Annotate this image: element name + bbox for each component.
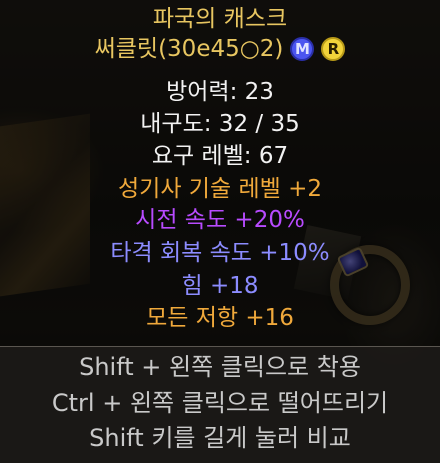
controls-hint-panel: Shift + 왼쪽 클릭으로 착용 Ctrl + 왼쪽 클릭으로 떨어뜨리기 … [0,347,440,463]
mod-all-resistances: 모든 저항 +16 [146,305,294,331]
mod-strength: 힘 +18 [181,273,259,299]
item-base-row: 써클릿(30e45○2) M R [0,34,440,64]
mod-hit-recovery: 타격 회복 속도 +10% [110,240,330,266]
hint-compare: Shift 키를 길게 눌러 비교 [89,424,351,452]
stat-durability: 내구도: 32 / 35 [140,111,300,137]
item-name: 파국의 캐스크 [152,6,288,32]
hint-drop: Ctrl + 왼쪽 클릭으로 떨어뜨리기 [51,389,389,417]
mod-paladin-skills: 성기사 기술 레벨 +2 [118,176,322,202]
item-base-name: 써클릿(30e45○2) [94,36,284,62]
stat-level-requirement: 요구 레벨: 67 [151,143,289,169]
stat-defense: 방어력: 23 [166,79,274,105]
hint-equip: Shift + 왼쪽 클릭으로 착용 [79,353,361,381]
mod-cast-rate: 시전 속도 +20% [135,207,305,233]
rare-badge-icon: R [321,37,346,61]
item-tooltip: 파국의 캐스크 써클릿(30e45○2) M R 방어력: 23 내구도: 32… [0,0,440,463]
game-scene: 파국의 캐스크 써클릿(30e45○2) M R 방어력: 23 내구도: 32… [0,0,440,463]
magic-badge-icon: M [290,37,315,61]
